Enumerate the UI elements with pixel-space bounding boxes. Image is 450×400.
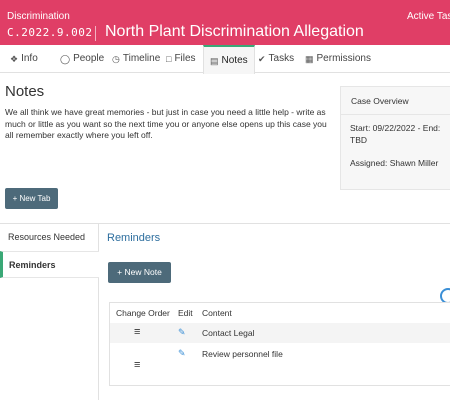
table-row: ≡ ✎ Review personnel file bbox=[110, 343, 450, 387]
edit-icon[interactable]: ✎ bbox=[178, 327, 186, 338]
column-header-edit: Edit bbox=[178, 308, 193, 318]
case-id: C.2022.9.002 bbox=[7, 26, 93, 39]
row-content: Contact Legal bbox=[202, 328, 255, 338]
tab-permissions[interactable]: ▦ Permissions bbox=[305, 45, 371, 73]
tab-label: Tasks bbox=[268, 53, 295, 64]
info-icon: ❖ bbox=[10, 54, 19, 64]
new-tab-button[interactable]: + New Tab bbox=[5, 188, 58, 209]
tab-people[interactable]: ◯ People bbox=[60, 45, 104, 73]
drag-handle-icon[interactable]: ≡ bbox=[134, 326, 140, 338]
active-tasks-link[interactable]: Active Tas bbox=[407, 11, 450, 22]
case-title: North Plant Discrimination Allegation bbox=[105, 23, 364, 40]
header-divider bbox=[95, 26, 96, 41]
case-overview-heading: Case Overview bbox=[341, 87, 450, 115]
edit-icon[interactable]: ✎ bbox=[178, 348, 186, 359]
file-icon: □ bbox=[166, 54, 172, 64]
column-header-content: Content bbox=[202, 308, 232, 318]
tab-label: Files bbox=[174, 53, 196, 64]
people-icon: ◯ bbox=[60, 54, 71, 64]
tab-label: Timeline bbox=[122, 53, 161, 64]
new-note-button[interactable]: + New Note bbox=[108, 262, 171, 283]
tab-tasks[interactable]: ✔ Tasks bbox=[258, 45, 294, 73]
table-row: ≡ ✎ Contact Legal bbox=[110, 323, 450, 343]
section-title: Reminders bbox=[107, 232, 161, 244]
case-type: Discrimination bbox=[7, 11, 70, 22]
tab-label: Info bbox=[21, 53, 38, 64]
case-assigned: Assigned: Shawn Miller bbox=[350, 158, 439, 168]
sidebar-item-resources-needed[interactable]: Resources Needed bbox=[0, 224, 99, 251]
tab-label: Notes bbox=[221, 54, 248, 66]
notes-sidebar: Resources Needed Reminders bbox=[0, 224, 99, 400]
case-tabs: ❖ Info ◯ People ◷ Timeline □ Files ▤ Not… bbox=[0, 45, 450, 74]
row-content: Review personnel file bbox=[202, 349, 283, 359]
lock-icon: ▦ bbox=[305, 54, 314, 64]
notes-icon: ▤ bbox=[210, 55, 219, 66]
reminders-table: Change Order Edit Content ≡ ✎ Contact Le… bbox=[109, 302, 450, 386]
page-title: Notes bbox=[5, 83, 45, 100]
sidebar-item-reminders[interactable]: Reminders bbox=[0, 251, 99, 278]
tab-files[interactable]: □ Files bbox=[166, 45, 196, 73]
tab-label: Permissions bbox=[316, 53, 371, 64]
case-header: Discrimination C.2022.9.002 North Plant … bbox=[0, 0, 450, 45]
tab-label: People bbox=[73, 53, 105, 64]
check-icon: ✔ bbox=[258, 54, 266, 64]
case-overview-panel: Case Overview Start: 09/22/2022 - End: T… bbox=[340, 86, 450, 190]
tab-notes[interactable]: ▤ Notes bbox=[203, 45, 255, 74]
notes-description: We all think we have great memories - bu… bbox=[5, 107, 327, 140]
drag-handle-icon[interactable]: ≡ bbox=[134, 359, 140, 371]
column-header-change-order: Change Order bbox=[116, 308, 170, 318]
tab-timeline[interactable]: ◷ Timeline bbox=[112, 45, 160, 73]
clock-icon: ◷ bbox=[112, 54, 120, 64]
case-dates: Start: 09/22/2022 - End: TBD bbox=[350, 123, 441, 145]
tab-info[interactable]: ❖ Info bbox=[10, 45, 38, 73]
